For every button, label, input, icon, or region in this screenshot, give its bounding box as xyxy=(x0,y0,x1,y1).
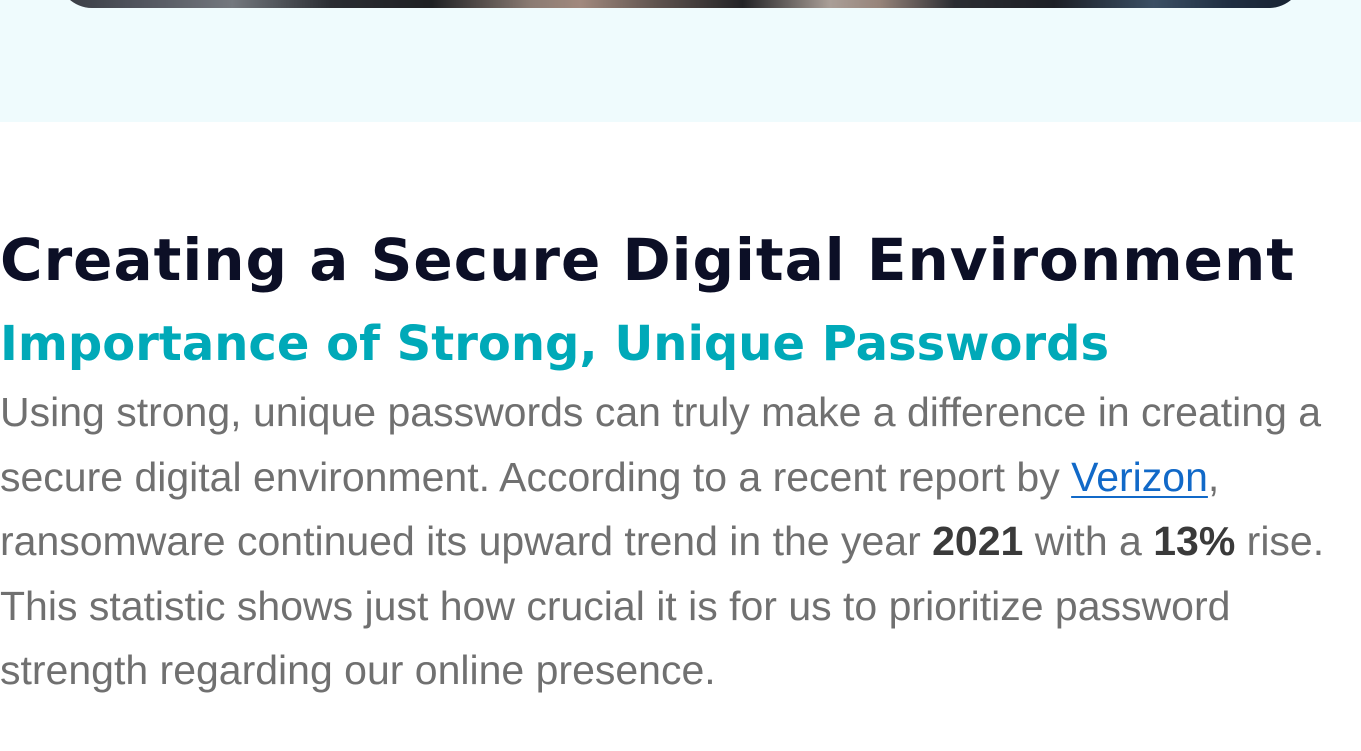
hero-section xyxy=(0,0,1361,122)
section-subheading: Importance of Strong, Unique Passwords xyxy=(0,316,1110,372)
article-content: Creating a Secure Digital Environment Im… xyxy=(0,222,1361,703)
percent-highlight: 13% xyxy=(1153,518,1236,564)
hero-image xyxy=(58,0,1303,8)
section-heading: Creating a Secure Digital Environment xyxy=(0,226,1295,294)
body-paragraph: Using strong, unique passwords can truly… xyxy=(0,380,1361,703)
year-highlight: 2021 xyxy=(932,518,1024,564)
verizon-report-link[interactable]: Verizon xyxy=(1071,454,1208,500)
paragraph-text-3: with a xyxy=(1023,518,1154,564)
